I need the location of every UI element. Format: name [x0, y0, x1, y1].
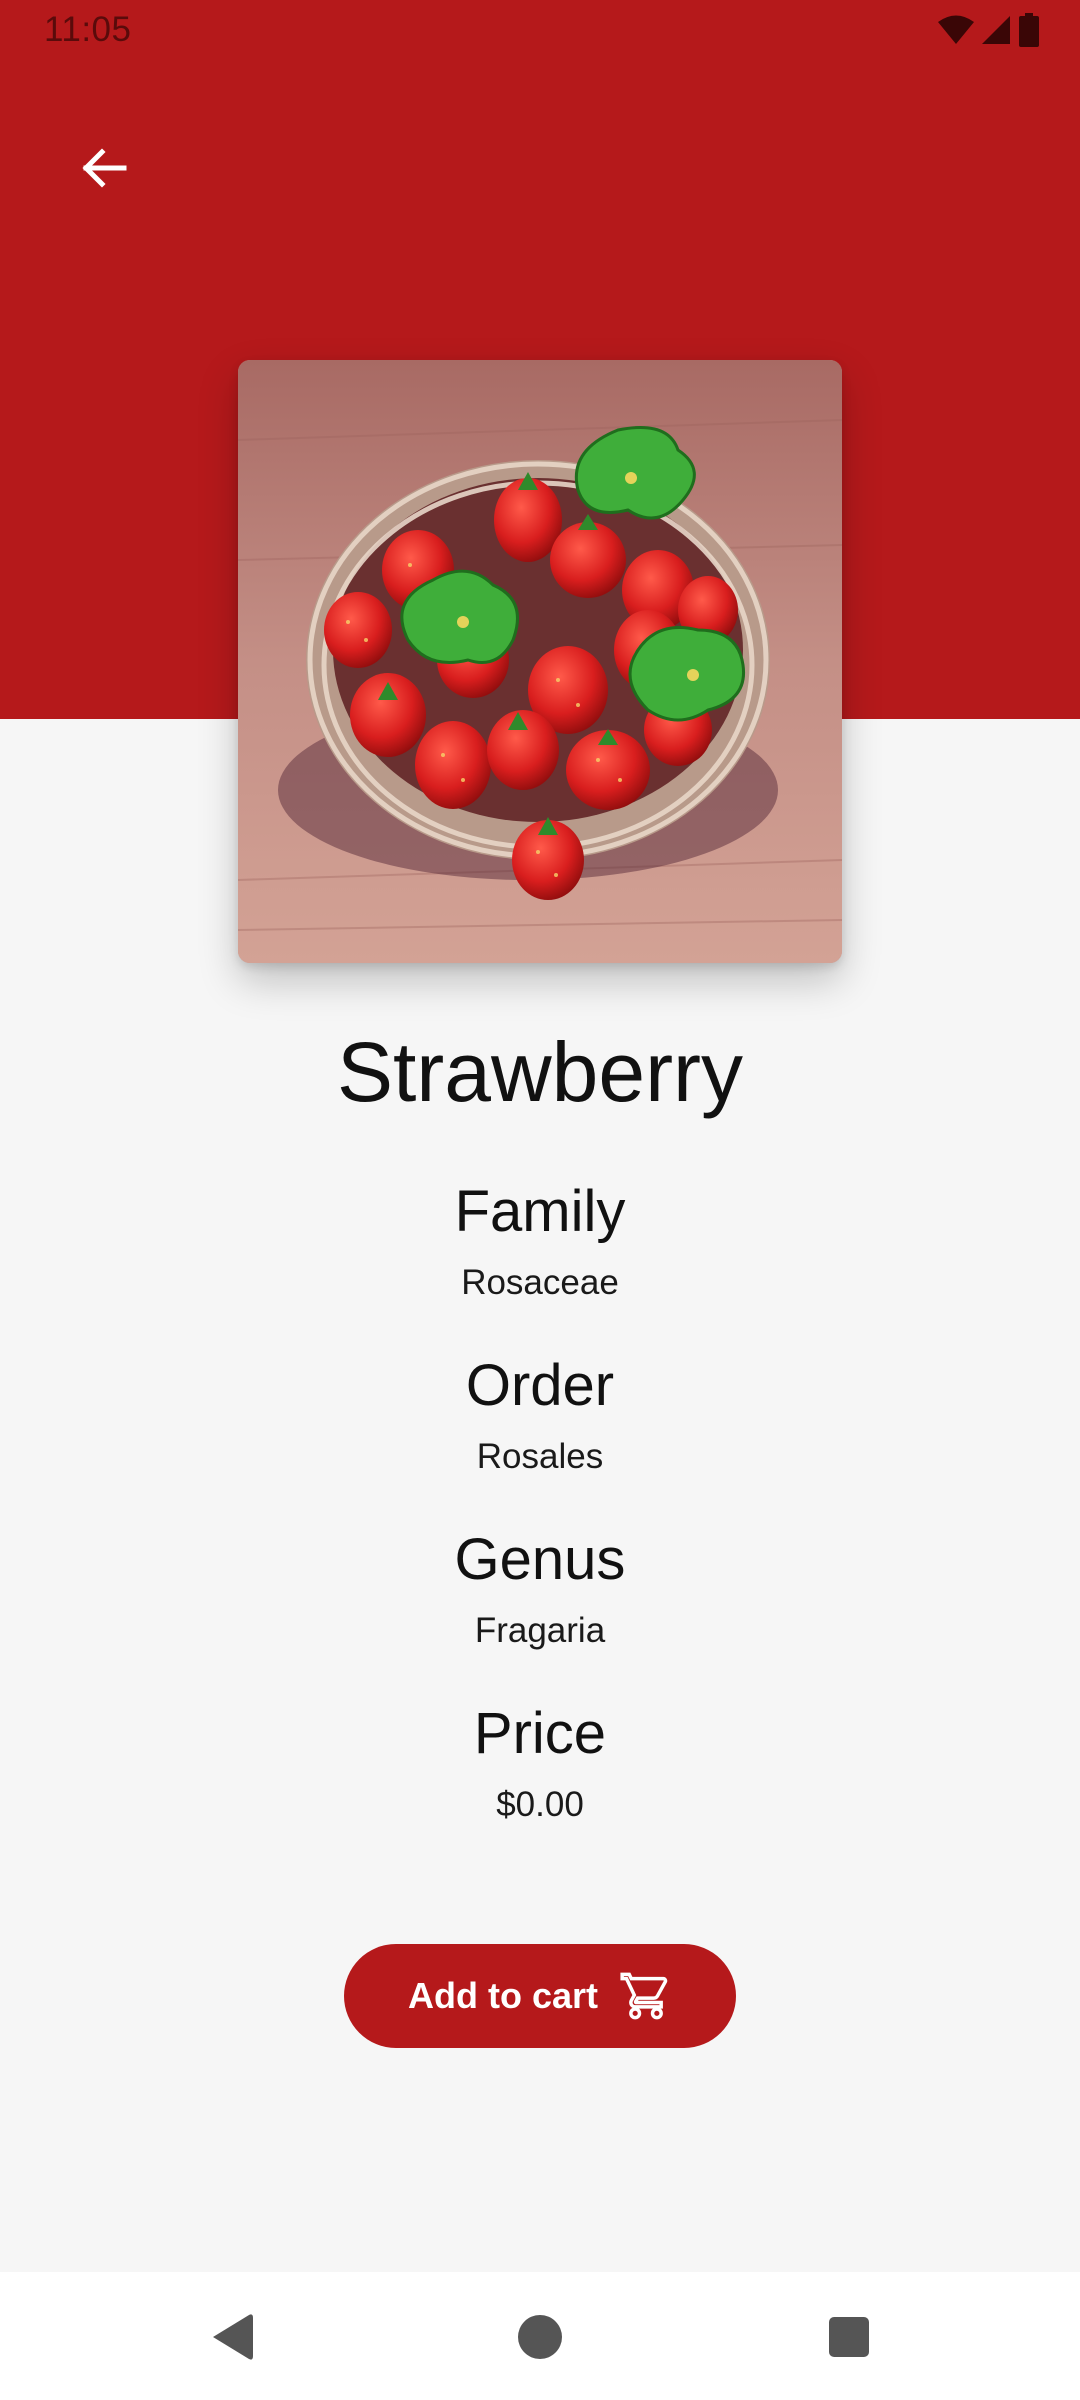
order-info: Order Rosales — [0, 1353, 1080, 1476]
price-value: $0.00 — [496, 1785, 584, 1824]
status-bar: 11:05 — [0, 0, 1080, 62]
genus-info: Genus Fragaria — [0, 1527, 1080, 1650]
family-label: Family — [454, 1179, 626, 1244]
genus-label: Genus — [454, 1527, 626, 1592]
signal-icon — [982, 16, 1010, 44]
nav-home-button[interactable] — [505, 2302, 575, 2372]
genus-value: Fragaria — [474, 1611, 606, 1650]
home-circle-icon — [518, 2315, 562, 2359]
strawberry-basket-illustration — [238, 360, 842, 963]
wifi-icon — [938, 15, 974, 44]
recents-square-icon — [829, 2317, 869, 2357]
nav-recents-button[interactable] — [814, 2302, 884, 2372]
price-info: Price $0.00 — [0, 1701, 1080, 1824]
nav-back-button[interactable] — [196, 2302, 266, 2372]
back-button[interactable] — [60, 124, 148, 212]
status-icons — [938, 12, 1040, 48]
product-image — [238, 360, 842, 963]
add-to-cart-button[interactable]: Add to cart — [344, 1944, 736, 2048]
battery-icon — [1019, 13, 1039, 47]
price-label: Price — [473, 1701, 607, 1766]
order-label: Order — [465, 1353, 615, 1418]
family-info: Family Rosaceae — [0, 1179, 1080, 1302]
add-to-cart-label: Add to cart — [407, 1975, 598, 2016]
shopping-cart-icon — [620, 1972, 668, 2020]
family-value: Rosaceae — [461, 1263, 619, 1302]
product-title: Strawberry — [336, 1025, 744, 1119]
status-time: 11:05 — [44, 10, 132, 49]
system-nav-bar — [0, 2272, 1080, 2400]
order-value: Rosales — [476, 1437, 604, 1476]
back-triangle-icon — [213, 2314, 253, 2360]
arrow-back-icon — [82, 148, 127, 188]
